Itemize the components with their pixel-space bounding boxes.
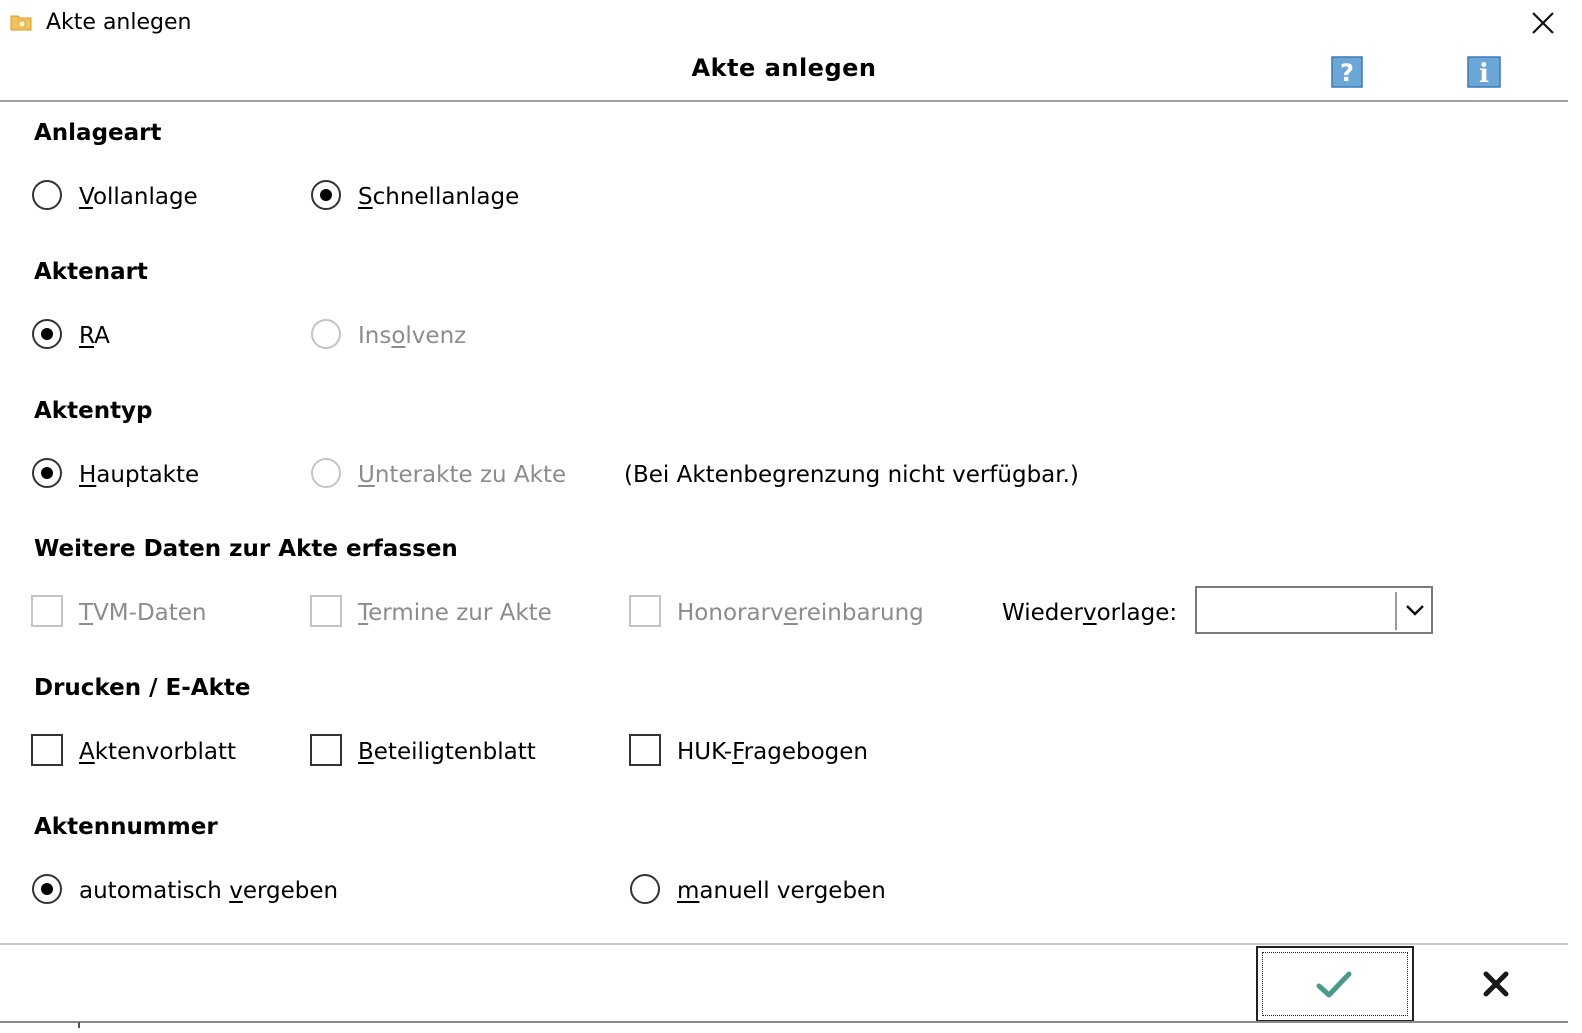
- radio-manuell-vergeben[interactable]: [630, 874, 660, 904]
- radio-insolvenz[interactable]: [311, 319, 341, 349]
- radio-automatisch-vergeben[interactable]: [32, 874, 62, 904]
- chevron-down-icon[interactable]: [1404, 600, 1426, 620]
- help-icon[interactable]: ?: [1331, 56, 1363, 88]
- label-ra[interactable]: RA: [79, 321, 110, 351]
- radio-unterakte[interactable]: [311, 458, 341, 488]
- info-icon[interactable]: i: [1467, 56, 1501, 88]
- ok-button[interactable]: [1256, 946, 1414, 1022]
- checkbox-honorarvereinbarung[interactable]: [629, 595, 661, 627]
- header-divider: [0, 100, 1568, 102]
- dropdown-separator: [1395, 592, 1397, 630]
- label-unterakte[interactable]: Unterakte zu Akte: [358, 460, 566, 490]
- info-glyph: i: [1479, 59, 1489, 88]
- label-termine-zur-akte[interactable]: Termine zur Akte: [358, 598, 552, 628]
- aktentyp-note: (Bei Aktenbegrenzung nicht verfügbar.): [624, 462, 1079, 488]
- section-heading-aktennummer: Aktennummer: [34, 814, 218, 840]
- checkbox-termine-zur-akte[interactable]: [310, 595, 342, 627]
- folder-app-icon: [10, 15, 32, 31]
- label-schnellanlage[interactable]: Schnellanlage: [358, 182, 519, 212]
- label-honorarvereinbarung[interactable]: Honorarvereinbarung: [677, 598, 924, 628]
- checkbox-aktenvorblatt[interactable]: [31, 734, 63, 766]
- radio-vollanlage[interactable]: [32, 180, 62, 210]
- section-heading-drucken: Drucken / E-Akte: [34, 675, 251, 701]
- radio-hauptakte[interactable]: [32, 458, 62, 488]
- section-heading-aktenart: Aktenart: [34, 259, 148, 285]
- section-heading-anlageart: Anlageart: [34, 120, 162, 146]
- footer-divider: [0, 943, 1568, 945]
- radio-schnellanlage[interactable]: [311, 180, 341, 210]
- cursor-mark: [78, 1022, 80, 1028]
- window-title: Akte anlegen: [46, 10, 192, 35]
- checkbox-beteiligtenblatt[interactable]: [310, 734, 342, 766]
- label-automatisch-vergeben[interactable]: automatisch vergeben: [79, 876, 338, 906]
- wiedervorlage-dropdown[interactable]: [1195, 586, 1433, 634]
- label-beteiligtenblatt[interactable]: Beteiligtenblatt: [358, 737, 536, 767]
- label-wiedervorlage: Wiedervorlage:: [1002, 600, 1178, 626]
- checkbox-tvm-daten[interactable]: [31, 595, 63, 627]
- window-bottom-border: [0, 1021, 1568, 1023]
- checkbox-huk-fragebogen[interactable]: [629, 734, 661, 766]
- cancel-button[interactable]: [1470, 960, 1524, 1010]
- checkmark-icon: [1316, 971, 1352, 998]
- help-glyph: ?: [1340, 59, 1354, 87]
- cross-icon: [1483, 971, 1509, 997]
- label-insolvenz[interactable]: Insolvenz: [358, 321, 466, 351]
- radio-ra[interactable]: [32, 319, 62, 349]
- close-icon[interactable]: [1528, 8, 1558, 38]
- section-heading-aktentyp: Aktentyp: [34, 398, 153, 424]
- label-manuell-vergeben[interactable]: manuell vergeben: [677, 876, 886, 906]
- label-tvm-daten[interactable]: TVM-Daten: [79, 598, 207, 628]
- label-aktenvorblatt[interactable]: Aktenvorblatt: [79, 737, 236, 767]
- label-vollanlage[interactable]: Vollanlage: [79, 182, 198, 212]
- label-hauptakte[interactable]: Hauptakte: [79, 460, 199, 490]
- section-heading-weitere-daten: Weitere Daten zur Akte erfassen: [34, 536, 458, 562]
- label-huk-fragebogen[interactable]: HUK-Fragebogen: [677, 737, 868, 767]
